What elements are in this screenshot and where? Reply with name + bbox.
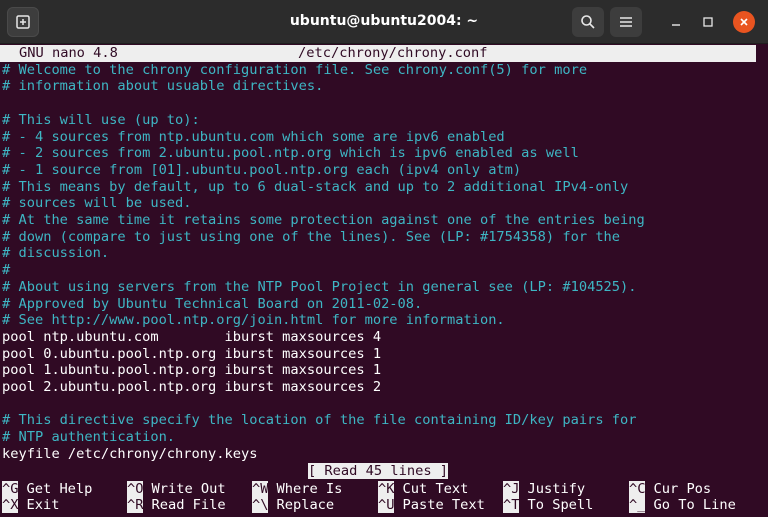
editor-line: # discussion.: [2, 245, 110, 262]
close-icon: [740, 18, 748, 26]
close-button[interactable]: [733, 11, 755, 33]
maximize-button[interactable]: [697, 11, 719, 33]
terminal-area[interactable]: GNU nano 4.8/etc/chrony/chrony.conf # We…: [0, 44, 768, 517]
editor-line: # information about usuable directives.: [2, 78, 324, 95]
editor-line: # sources will be used.: [2, 195, 192, 212]
editor-line: pool ntp.ubuntu.com iburst maxsources 4: [2, 328, 382, 345]
editor-line: # This means by default, up to 6 dual-st…: [2, 178, 629, 195]
nano-app-name: GNU nano 4.8: [19, 45, 118, 61]
scrollbar[interactable]: [757, 44, 768, 517]
shortcut-key: ^\: [252, 497, 269, 514]
shortcut-label: Read File: [151, 497, 226, 514]
editor-line: # This directive specify the location of…: [2, 412, 637, 429]
shortcut-key: ^R: [127, 497, 144, 514]
shortcut-label: Replace: [276, 497, 335, 514]
editor-line: # About using servers from the NTP Pool …: [2, 278, 637, 295]
editor-line: # This will use (up to):: [2, 111, 200, 128]
shortcut-key: ^U: [378, 497, 395, 514]
shortcut-key: ^G: [2, 480, 19, 497]
nano-filename: /etc/chrony/chrony.conf: [298, 45, 488, 61]
shortcut-key: ^C: [629, 480, 646, 497]
shortcut-label: Exit: [26, 497, 60, 514]
shortcut-label: Where Is: [276, 480, 343, 497]
editor-line: # Welcome to the chrony configuration fi…: [2, 61, 588, 78]
editor-line: # NTP authentication.: [2, 429, 176, 446]
window-title: ubuntu@ubuntu2004: ~: [289, 13, 479, 29]
shortcut-key: ^W: [252, 480, 269, 497]
shortcut-replace[interactable]: ^\ Replace: [252, 497, 334, 514]
editor-line: pool 1.ubuntu.pool.ntp.org iburst maxsou…: [2, 362, 382, 379]
maximize-icon: [703, 17, 713, 27]
editor-line: # - 1 source from [01].ubuntu.pool.ntp.o…: [2, 161, 522, 178]
shortcut-go-to-line[interactable]: ^_ Go To Line: [629, 497, 736, 514]
shortcut-where-is[interactable]: ^W Where Is: [252, 480, 343, 498]
shortcut-cur-pos[interactable]: ^C Cur Pos: [629, 480, 712, 498]
shortcut-read-file[interactable]: ^R Read File: [127, 497, 226, 514]
search-icon: [581, 15, 595, 29]
title-bar: ubuntu@ubuntu2004: ~: [0, 0, 768, 44]
status-message: [ Read 45 lines ]: [307, 463, 449, 479]
editor-line: # See http://www.pool.ntp.org/join.html …: [2, 312, 505, 329]
shortcut-label: To Spell: [527, 497, 594, 514]
shortcut-to-spell[interactable]: ^T To Spell: [503, 497, 593, 514]
shortcut-get-help[interactable]: ^G Get Help: [2, 480, 93, 498]
shortcut-label: Cur Pos: [653, 480, 712, 497]
shortcut-justify[interactable]: ^J Justify: [503, 480, 586, 498]
nano-header: GNU nano 4.8/etc/chrony/chrony.conf: [0, 45, 756, 62]
status-line: [ Read 45 lines ]: [0, 463, 756, 480]
shortcut-label: Get Help: [26, 480, 93, 497]
shortcut-key: ^K: [378, 480, 395, 497]
shortcut-key: ^T: [503, 497, 520, 514]
shortcut-paste-text[interactable]: ^U Paste Text: [378, 497, 485, 514]
editor-line: #: [2, 262, 11, 279]
shortcut-label: Write Out: [151, 480, 226, 497]
shortcut-key: ^J: [503, 480, 520, 497]
shortcut-label: Paste Text: [402, 497, 485, 514]
editor-line: pool 0.ubuntu.pool.ntp.org iburst maxsou…: [2, 345, 382, 362]
editor-line: keyfile /etc/chrony/chrony.keys: [2, 445, 258, 462]
shortcut-label: Go To Line: [653, 497, 736, 514]
search-button[interactable]: [572, 7, 604, 37]
shortcut-key: ^_: [629, 497, 646, 514]
editor-line: # At the same time it retains some prote…: [2, 212, 645, 228]
editor-line: # - 2 sources from 2.ubuntu.pool.ntp.org…: [2, 145, 579, 162]
minimize-icon: [672, 24, 680, 26]
shortcut-exit[interactable]: ^X Exit: [2, 497, 59, 514]
shortcut-key: ^O: [127, 480, 144, 497]
editor-line: pool 2.ubuntu.pool.ntp.org iburst maxsou…: [2, 379, 382, 395]
editor-line: # - 4 sources from ntp.ubuntu.com which …: [2, 128, 505, 145]
shortcut-label: Justify: [527, 480, 586, 497]
hamburger-menu-icon: [620, 17, 632, 27]
shortcut-label: Cut Text: [402, 480, 469, 497]
menu-button[interactable]: [610, 7, 642, 37]
editor-line: # down (compare to just using one of the…: [2, 228, 621, 245]
terminal-window: ubuntu@ubuntu2004: ~ GNU nano 4.8 /etc/c…: [0, 0, 768, 517]
shortcut-write-out[interactable]: ^O Write Out: [127, 480, 226, 498]
minimize-button[interactable]: [665, 11, 687, 33]
shortcut-cut-text[interactable]: ^K Cut Text: [378, 480, 469, 498]
editor-line: # Approved by Ubuntu Technical Board on …: [2, 295, 423, 312]
shortcut-key: ^X: [2, 497, 19, 514]
